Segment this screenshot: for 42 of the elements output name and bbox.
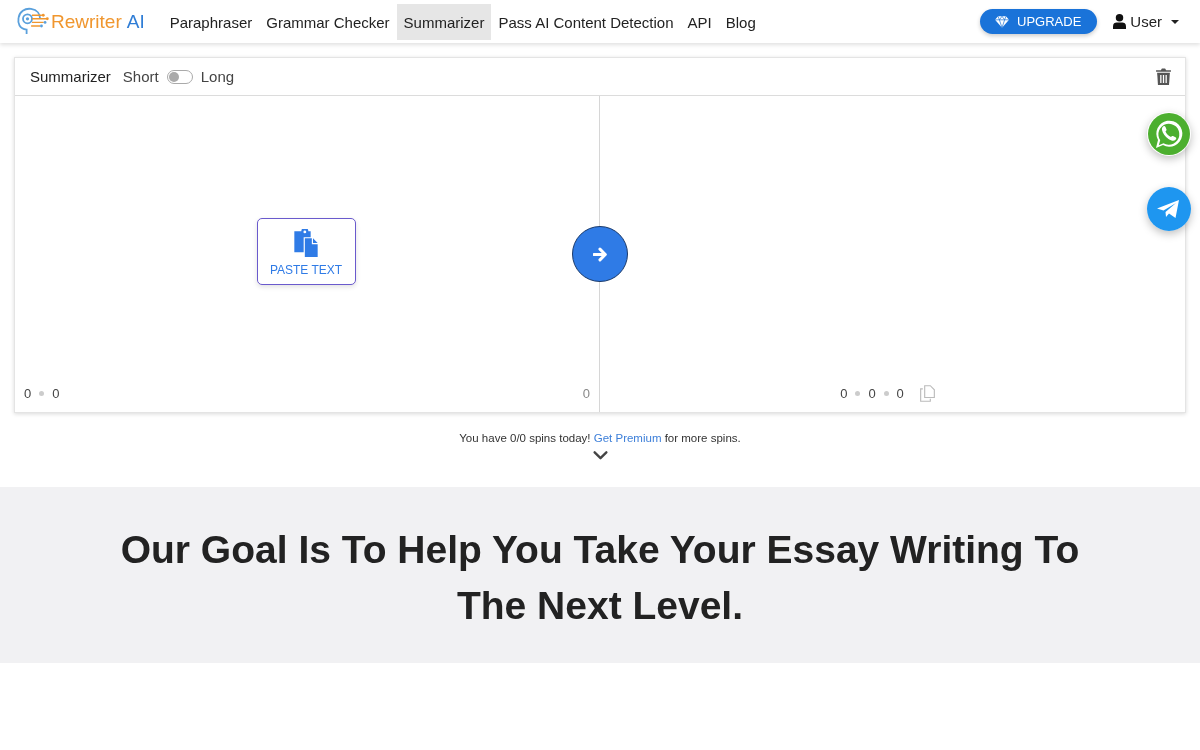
chevron-down-icon[interactable] — [592, 451, 608, 460]
count-value: 0 — [896, 385, 904, 401]
nav-link[interactable]: API — [680, 3, 719, 40]
brand-name: Rewriter — [51, 10, 122, 33]
nav-link[interactable]: Paraphraser — [162, 3, 260, 40]
whatsapp-button[interactable] — [1147, 112, 1191, 156]
paste-text-button[interactable]: PASTE TEXT — [256, 217, 356, 285]
nav-link[interactable]: Pass AI Content Detection — [491, 3, 681, 40]
tool-title: Summarizer — [30, 68, 111, 85]
mode-label: Short — [122, 68, 159, 85]
diamond-icon — [995, 15, 1010, 28]
caret-icon — [1171, 19, 1179, 24]
user-menu[interactable]: User — [1113, 13, 1179, 30]
user-icon — [1113, 14, 1127, 29]
trash-icon — [1156, 68, 1171, 85]
count-value: 0 — [868, 385, 876, 401]
separator-dot-icon — [39, 390, 45, 396]
upgrade-button[interactable]: UPGRADE — [980, 9, 1098, 34]
separator-dot-icon — [855, 390, 861, 396]
goal-heading: Our Goal Is To Help You Take Your Essay Writing To The Next Level. — [119, 527, 1081, 629]
count-value: 0 — [52, 385, 60, 401]
paste-icon — [294, 229, 318, 257]
delete-button[interactable] — [1156, 68, 1171, 85]
brand-suffix: AI — [126, 10, 145, 33]
get-premium-link[interactable]: Get Premium — [593, 432, 662, 444]
head-circuit-icon — [14, 7, 50, 36]
separator-dot-icon — [883, 390, 889, 396]
count-value: 0 — [840, 385, 848, 401]
brand-logo[interactable]: Rewriter AI — [14, 7, 145, 36]
arrow-right-icon — [592, 246, 608, 262]
mode-label: Long — [200, 68, 235, 85]
nav-link[interactable]: Grammar Checker — [259, 3, 397, 40]
count-value: 0 — [24, 385, 32, 401]
nav-link[interactable]: Summarizer — [396, 3, 492, 40]
spins-notice: You have 0/0 spins today! Get Premium for more spins. — [459, 432, 741, 444]
length-toggle[interactable] — [166, 69, 193, 84]
telegram-button[interactable] — [1147, 187, 1191, 231]
copy-icon — [919, 384, 935, 402]
copy-button[interactable] — [919, 384, 935, 402]
nav-link[interactable]: Blog — [718, 3, 763, 40]
count-value: 0 — [582, 385, 590, 401]
summarize-button[interactable] — [572, 226, 628, 282]
